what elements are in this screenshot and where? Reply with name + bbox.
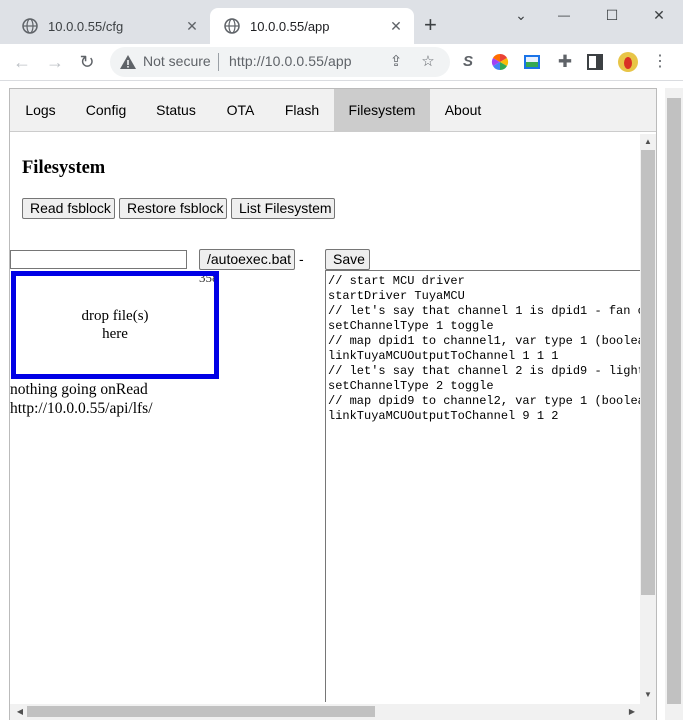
section-title: Filesystem	[22, 158, 106, 178]
warning-icon[interactable]	[119, 53, 137, 71]
close-window-button[interactable]: ✕	[635, 0, 683, 30]
separator-dash: -	[299, 251, 304, 267]
maximize-button[interactable]: ☐	[588, 0, 636, 30]
drop-zone-text: drop file(s)	[81, 308, 149, 324]
nav-status[interactable]: Status	[141, 89, 211, 131]
file-name-button[interactable]: /autoexec.bat	[199, 249, 295, 270]
forward-icon[interactable]: →	[45, 52, 65, 72]
share-icon[interactable]: ⇪	[386, 52, 406, 72]
globe-icon	[22, 18, 38, 34]
back-icon[interactable]: ←	[12, 52, 32, 72]
tab-search-icon[interactable]: ⌄	[497, 0, 545, 30]
reload-icon[interactable]: ↻	[77, 52, 97, 72]
nav-about[interactable]: About	[430, 89, 496, 131]
tab-app[interactable]: 10.0.0.55/app ✕	[210, 8, 414, 44]
save-button[interactable]: Save	[325, 249, 370, 270]
nav-filesystem[interactable]: Filesystem	[334, 89, 430, 131]
filename-input[interactable]	[10, 250, 187, 269]
security-label[interactable]: Not secure	[143, 53, 211, 69]
scroll-down-arrow-icon[interactable]: ▼	[640, 690, 656, 700]
extension-s-icon[interactable]: S	[458, 52, 478, 72]
file-editor[interactable]: // start MCU driver startDriver TuyaMCU …	[325, 270, 640, 702]
profile-avatar[interactable]	[617, 51, 639, 73]
restore-fsblock-button[interactable]: Restore fsblock	[119, 198, 227, 219]
tab-title: 10.0.0.55/cfg	[48, 18, 124, 34]
puzzle-icon[interactable]: ✚	[555, 52, 575, 72]
scroll-left-arrow-icon[interactable]: ◀	[12, 707, 28, 717]
read-fsblock-button[interactable]: Read fsblock	[22, 198, 115, 219]
tab-title: 10.0.0.55/app	[250, 18, 330, 34]
horizontal-scrollbar-thumb[interactable]	[27, 706, 375, 717]
url-text[interactable]: http://10.0.0.55/app	[229, 53, 352, 69]
nav-logs[interactable]: Logs	[10, 89, 71, 131]
close-icon[interactable]: ✕	[184, 18, 200, 34]
new-tab-button[interactable]: +	[424, 14, 437, 36]
drop-zone[interactable]: drop file(s) here	[11, 271, 219, 379]
scroll-right-arrow-icon[interactable]: ▶	[624, 707, 640, 717]
globe-icon	[224, 18, 240, 34]
status-text: nothing going onRead http://10.0.0.55/ap…	[10, 380, 153, 418]
nav-config[interactable]: Config	[71, 89, 141, 131]
editor-content[interactable]: // start MCU driver startDriver TuyaMCU …	[326, 271, 640, 424]
color-wheel-icon[interactable]	[491, 53, 509, 71]
close-icon[interactable]: ✕	[388, 18, 404, 34]
nav-flash[interactable]: Flash	[270, 89, 334, 131]
status-line: nothing going onRead	[10, 381, 148, 398]
list-filesystem-button[interactable]: List Filesystem	[231, 198, 335, 219]
tab-cfg[interactable]: 10.0.0.55/cfg ✕	[8, 8, 210, 44]
drop-zone-text: here	[102, 326, 128, 342]
status-line: http://10.0.0.55/api/lfs/	[10, 400, 153, 417]
page-scrollbar-thumb[interactable]	[667, 98, 681, 704]
nav-ota[interactable]: OTA	[211, 89, 270, 131]
kebab-menu-icon[interactable]: ⋮	[650, 52, 670, 72]
omnibox-divider	[218, 53, 219, 71]
scroll-up-arrow-icon[interactable]: ▲	[640, 137, 656, 147]
screenshot-extension-icon[interactable]	[523, 53, 541, 71]
bookmark-star-icon[interactable]: ☆	[418, 52, 438, 72]
side-panel-icon[interactable]	[587, 54, 603, 70]
minimize-button[interactable]: —	[540, 0, 588, 30]
inner-scrollbar-thumb[interactable]	[641, 150, 655, 595]
